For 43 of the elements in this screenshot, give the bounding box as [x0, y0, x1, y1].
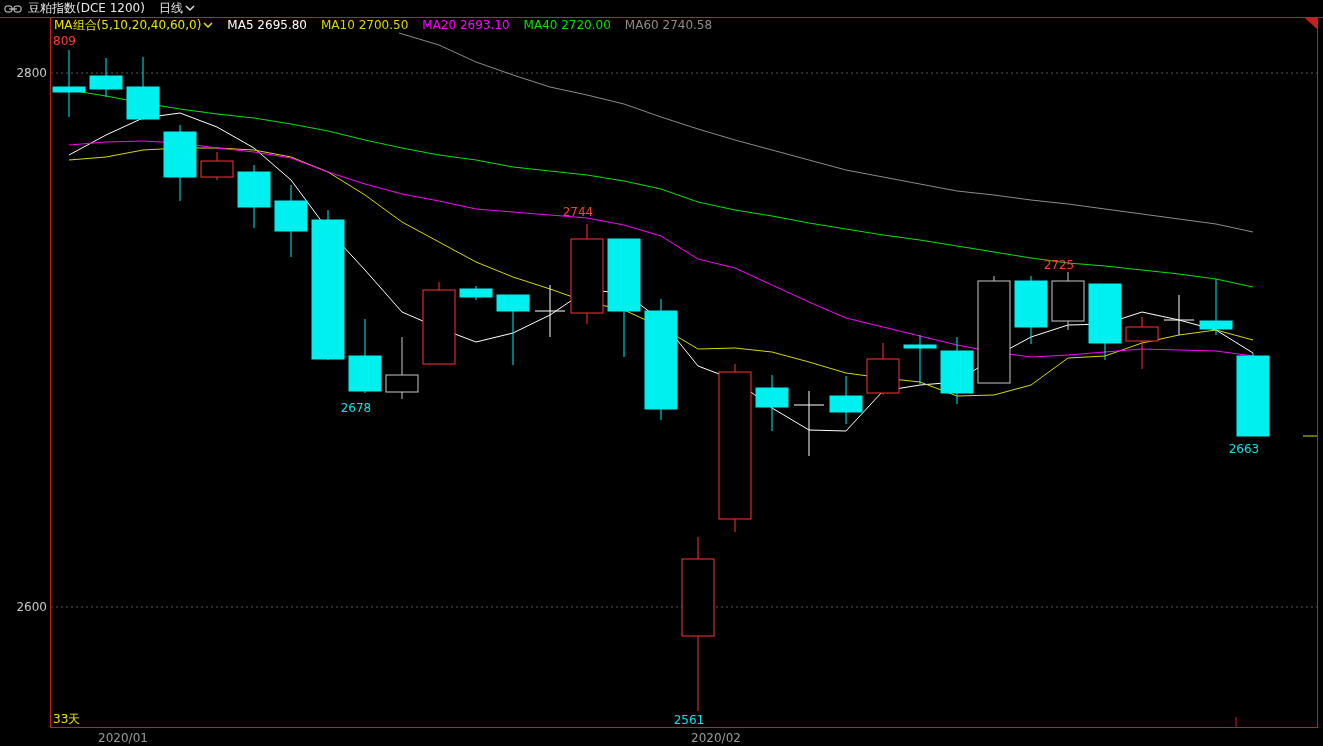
- legend-item: MA60 2740.58: [624, 18, 713, 33]
- projection-line: [1302, 435, 1317, 437]
- chevron-down-icon: [203, 22, 214, 29]
- candlestick: [793, 390, 825, 457]
- date-axis-label: 2020/01: [98, 731, 148, 745]
- candlestick: [1014, 275, 1048, 345]
- candlestick: [940, 336, 974, 405]
- legend-item: MA10 2700.50: [321, 18, 409, 33]
- candlestick: [1163, 294, 1195, 336]
- candlestick: [1051, 271, 1085, 331]
- bar-count-label: 33天: [53, 712, 81, 726]
- price-extreme-label: 809: [53, 34, 76, 48]
- candlestick: [200, 151, 234, 181]
- legend-item: MA40 2720.00: [523, 18, 611, 33]
- candlestick: [52, 49, 86, 118]
- candlestick: [126, 56, 160, 121]
- price-axis-label: 2600: [16, 600, 47, 614]
- candlestick: [496, 294, 530, 366]
- price-extreme-label: 2725: [1043, 258, 1075, 272]
- candlestick: [534, 284, 566, 338]
- candlestick: [1125, 316, 1159, 370]
- candlestick: [755, 374, 789, 432]
- instrument-title: 豆粕指数(DCE 1200): [28, 0, 145, 17]
- candlestick: [829, 375, 863, 425]
- price-extreme-label: 2744: [562, 205, 594, 219]
- price-extreme-label: 2561: [673, 713, 705, 727]
- candlestick: [237, 164, 271, 229]
- candlestick: [459, 285, 493, 301]
- legend-item: MA5 2695.80: [227, 18, 307, 33]
- chevron-down-icon: [184, 5, 195, 12]
- price-extreme-label: 2663: [1228, 442, 1260, 456]
- price-axis-label: 2800: [16, 66, 47, 80]
- period-dropdown[interactable]: 日线: [150, 0, 195, 17]
- candlestick: [866, 342, 900, 396]
- price-extreme-label: 2678: [340, 401, 372, 415]
- candlestick: [89, 57, 123, 98]
- indicator-selector[interactable]: MA组合(5,10,20,40,60,0): [54, 18, 214, 33]
- candlestick: [385, 336, 419, 400]
- date-axis-label: 2020/02: [691, 731, 741, 745]
- candlestick: [903, 334, 937, 385]
- legend-item: MA20 2693.10: [422, 18, 510, 33]
- link-icon: [4, 4, 22, 13]
- candlestick: [1199, 278, 1233, 336]
